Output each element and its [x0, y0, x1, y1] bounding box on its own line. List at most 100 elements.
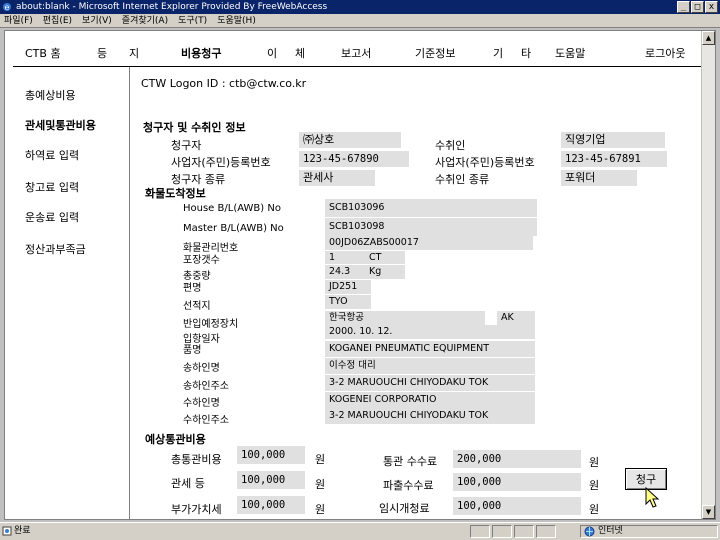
- nav-register-2[interactable]: 지: [129, 45, 139, 61]
- nav-etc-1[interactable]: 기: [493, 45, 503, 61]
- weight-unit: Kg: [369, 266, 382, 277]
- sidebar-item-handling-fee[interactable]: 하역료 입력: [25, 147, 79, 163]
- minimize-button[interactable]: _: [677, 1, 690, 13]
- item-label: 품명: [183, 345, 202, 356]
- packages-field[interactable]: 1 CT: [325, 251, 405, 264]
- window-title-bar: e about:blank - Microsoft Internet Explo…: [0, 0, 720, 14]
- item-field[interactable]: KOGANEI PNEUMATIC EQUIPMENT: [325, 341, 535, 357]
- clearance-fee-field[interactable]: 200,000: [453, 450, 581, 468]
- shipper-label: 송하인명: [183, 363, 220, 374]
- nav-register-1[interactable]: 등: [97, 45, 107, 61]
- internet-zone-icon: [584, 526, 595, 537]
- handling-fee-label: 파출수수료: [383, 479, 434, 492]
- menu-bar: 파일(F) 편집(E) 보기(V) 즐겨찾기(A) 도구(T) 도움말(H): [0, 14, 720, 28]
- nav-billing[interactable]: 비용청구: [181, 45, 221, 61]
- menu-file[interactable]: 파일(F): [4, 14, 33, 27]
- status-cell-3: [514, 525, 534, 538]
- consignee-addr-field[interactable]: 3-2 MARUOUCHI CHIYODAKU TOK: [325, 408, 535, 424]
- menu-help[interactable]: 도움말(H): [217, 14, 256, 27]
- sidebar-item-storage-fee[interactable]: 창고료 입력: [25, 179, 79, 195]
- menu-edit[interactable]: 편집(E): [43, 14, 72, 27]
- claimant-label: 청구자: [171, 139, 202, 152]
- ie-logo-icon: e: [3, 3, 11, 12]
- svg-text:e: e: [5, 3, 10, 12]
- consignee-field[interactable]: KOGENEI CORPORATIO: [325, 392, 535, 408]
- duty-currency: 원: [315, 478, 326, 491]
- cargo-no-field[interactable]: 00JD06ZABS00017: [325, 236, 533, 250]
- payee-reg-field[interactable]: 123-45-67891: [561, 151, 667, 167]
- duty-field[interactable]: 100,000: [237, 471, 305, 489]
- nav-logout[interactable]: 로그아웃: [645, 45, 685, 61]
- status-bar: 완료 인터넷: [0, 522, 720, 540]
- maximize-button[interactable]: □: [691, 1, 704, 13]
- nav-master-data[interactable]: 기준정보: [415, 45, 455, 61]
- status-cell-2: [492, 525, 512, 538]
- nav-transfer-1[interactable]: 이: [267, 45, 277, 61]
- status-text: 완료: [14, 526, 31, 536]
- sidebar-item-transport-fee[interactable]: 운송료 입력: [25, 209, 79, 225]
- top-navigation: CTB 홈 등 지 비용청구 이 체 보고서 기준정보 기 타 도움말 로그아웃: [5, 31, 701, 61]
- flight-label: 편명: [183, 283, 202, 294]
- vertical-scrollbar[interactable]: ▲ ▼: [701, 31, 715, 519]
- nav-help[interactable]: 도움말: [555, 45, 585, 61]
- house-bl-label: House B/L(AWB) No: [183, 203, 281, 214]
- packages-value: 1: [329, 252, 336, 263]
- consignee-label: 수하인명: [183, 398, 220, 409]
- warehouse-code-field[interactable]: AK: [497, 311, 535, 325]
- vat-field[interactable]: 100,000: [237, 496, 305, 514]
- payee-label: 수취인: [435, 139, 466, 152]
- flight-field[interactable]: JD251: [325, 280, 371, 294]
- warehouse-label: 반입예정장치: [183, 319, 239, 330]
- sidebar-divider: [129, 67, 130, 519]
- claimant-field[interactable]: ㈜상호: [299, 132, 401, 148]
- weight-field[interactable]: 24.3 Kg: [325, 265, 405, 279]
- status-cell-4: [536, 525, 556, 538]
- weight-value: 24.3: [329, 266, 351, 277]
- packages-unit: CT: [369, 252, 382, 263]
- menu-view[interactable]: 보기(V): [82, 14, 112, 27]
- port-label: 선적지: [183, 301, 211, 312]
- sidebar-item-total-estimate[interactable]: 총예상비용: [25, 87, 76, 103]
- consignee-addr-label: 수하인주소: [183, 415, 229, 426]
- sidebar-item-settlement[interactable]: 정산과부족금: [25, 241, 86, 257]
- nav-ctb-home[interactable]: CTB 홈: [25, 45, 61, 61]
- scroll-up-icon[interactable]: ▲: [702, 31, 715, 45]
- scroll-down-icon[interactable]: ▼: [702, 505, 715, 519]
- nav-etc-2[interactable]: 타: [521, 45, 531, 61]
- payee-field[interactable]: 직영기업: [561, 132, 665, 148]
- shipper-field[interactable]: 이수정 대리: [325, 358, 535, 374]
- status-cell-1: [470, 525, 490, 538]
- cargo-section-title: 화물도착정보: [145, 187, 206, 200]
- nav-transfer-2[interactable]: 체: [295, 45, 305, 61]
- costs-section-title: 예상통관비용: [145, 433, 206, 446]
- vat-currency: 원: [315, 503, 326, 516]
- claimant-type-field[interactable]: 관세사: [299, 170, 375, 186]
- browser-content: CTB 홈 등 지 비용청구 이 체 보고서 기준정보 기 타 도움말 로그아웃…: [4, 30, 716, 520]
- clearance-fee-currency: 원: [589, 456, 600, 469]
- master-bl-field[interactable]: SCB103098: [325, 218, 537, 236]
- nav-reports[interactable]: 보고서: [341, 45, 371, 61]
- handling-fee-field[interactable]: 100,000: [453, 473, 581, 491]
- arrival-date-field[interactable]: 2000. 10. 12.: [325, 325, 535, 339]
- menu-favorites[interactable]: 즐겨찾기(A): [122, 14, 168, 27]
- clearance-fee-label: 통관 수수료: [383, 455, 438, 468]
- temp-fee-label: 임시개청료: [379, 502, 430, 515]
- close-button[interactable]: x: [705, 1, 718, 13]
- packages-label: 포장갯수: [183, 255, 220, 266]
- temp-fee-currency: 원: [589, 503, 600, 516]
- logon-id: CTW Logon ID : ctb@ctw.co.kr: [141, 77, 307, 90]
- duty-label: 관세 등: [171, 477, 205, 490]
- menu-tools[interactable]: 도구(T): [178, 14, 207, 27]
- payee-type-field[interactable]: 포워더: [561, 170, 637, 186]
- temp-fee-field[interactable]: 100,000: [453, 497, 581, 515]
- payee-type-label: 수취인 종류: [435, 173, 490, 186]
- warehouse-field[interactable]: 한국항공: [325, 311, 485, 325]
- shipper-addr-field[interactable]: 3-2 MARUOUCHI CHIYODAKU TOK: [325, 375, 535, 391]
- payee-reg-label: 사업자(주민)등록번호: [435, 156, 535, 169]
- port-field[interactable]: TYO: [325, 295, 371, 309]
- sidebar-item-customs-costs[interactable]: 관세및통관비용: [25, 117, 96, 133]
- house-bl-field[interactable]: SCB103096: [325, 199, 537, 217]
- customs-fee-field[interactable]: 100,000: [237, 446, 305, 464]
- zone-text: 인터넷: [598, 526, 623, 536]
- claimant-reg-field[interactable]: 123-45-67890: [299, 151, 409, 167]
